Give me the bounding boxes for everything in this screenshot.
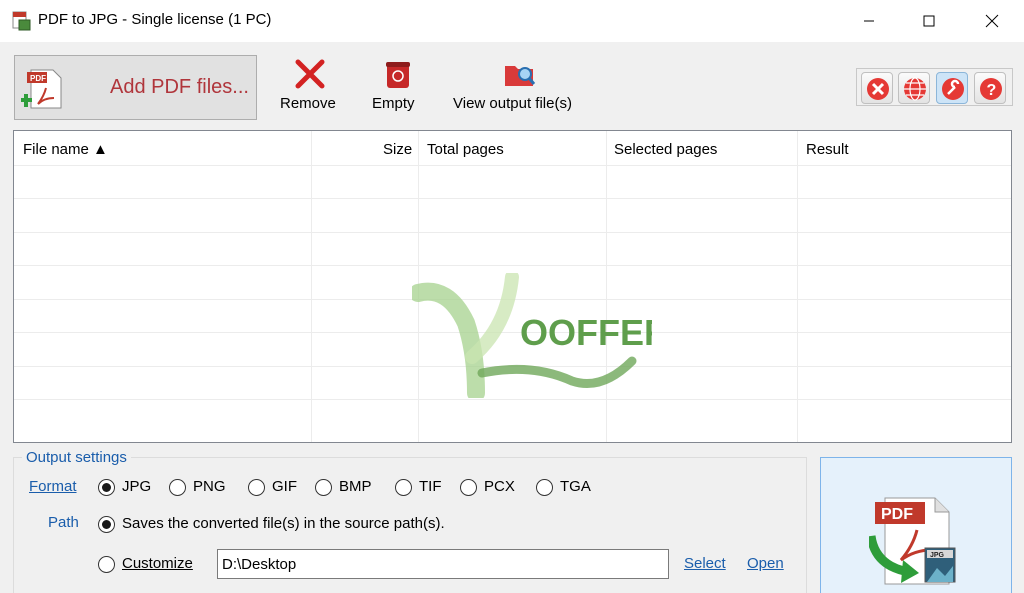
- header-divider: [14, 165, 1011, 166]
- website-button[interactable]: [898, 72, 930, 104]
- add-pdf-files-label: Add PDF files...: [110, 76, 249, 98]
- file-list-table[interactable]: File name ▲ Size Total pages Selected pa…: [13, 130, 1012, 443]
- format-radio-bmp[interactable]: [315, 479, 332, 496]
- column-divider: [797, 131, 798, 442]
- remove-button[interactable]: Remove: [280, 58, 342, 118]
- remove-icon: [295, 59, 325, 89]
- column-header-file-name[interactable]: File name ▲: [23, 141, 108, 158]
- right-toolbar: ?: [856, 68, 1013, 106]
- source-path-label[interactable]: Saves the converted file(s) in the sourc…: [122, 515, 445, 532]
- window-title: PDF to JPG - Single license (1 PC): [38, 11, 272, 28]
- remove-label: Remove: [280, 95, 336, 112]
- watermark-text: OOFFERS: [520, 312, 652, 353]
- app-window: PDF to JPG - Single license (1 PC) PDF A…: [0, 0, 1024, 593]
- close-icon: [985, 14, 999, 28]
- column-header-selected-pages[interactable]: Selected pages: [614, 141, 717, 158]
- convert-button[interactable]: PDF JPG: [820, 457, 1012, 593]
- format-radio-gif[interactable]: [248, 479, 265, 496]
- settings-button[interactable]: [936, 72, 968, 104]
- format-label-bmp[interactable]: BMP: [339, 478, 372, 495]
- customize-radio[interactable]: [98, 556, 115, 573]
- format-radio-tga[interactable]: [536, 479, 553, 496]
- help-icon: ?: [980, 78, 1002, 100]
- output-settings-title: Output settings: [22, 449, 131, 466]
- format-label: Format: [29, 478, 77, 495]
- exit-icon: [867, 78, 889, 100]
- format-radio-pcx[interactable]: [460, 479, 477, 496]
- add-pdf-icon: PDF: [21, 69, 62, 109]
- empty-button[interactable]: Empty: [372, 58, 422, 118]
- wrench-icon: [942, 78, 964, 100]
- format-radio-jpg[interactable]: [98, 479, 115, 496]
- pdf-to-jpg-convert-icon: PDF JPG: [869, 497, 956, 585]
- format-label-png[interactable]: PNG: [193, 478, 226, 495]
- format-radio-tif[interactable]: [395, 479, 412, 496]
- globe-icon: [904, 77, 926, 101]
- trash-icon: [386, 62, 410, 88]
- format-label-gif[interactable]: GIF: [272, 478, 297, 495]
- column-header-total-pages[interactable]: Total pages: [427, 141, 504, 158]
- exit-button[interactable]: [861, 72, 893, 104]
- row-divider: [14, 399, 1011, 400]
- maximize-button[interactable]: [906, 0, 952, 42]
- format-label-pcx[interactable]: PCX: [484, 478, 515, 495]
- view-output-button[interactable]: View output file(s): [453, 58, 585, 118]
- row-divider: [14, 265, 1011, 266]
- folder-search-icon: [505, 66, 536, 86]
- help-button[interactable]: ?: [974, 72, 1006, 104]
- open-folder-link[interactable]: Open: [747, 555, 784, 572]
- column-header-size[interactable]: Size: [383, 141, 412, 158]
- select-folder-link[interactable]: Select: [684, 555, 726, 572]
- app-icon: [12, 11, 31, 31]
- empty-label: Empty: [372, 95, 415, 112]
- convert-pdf-text: PDF: [881, 506, 913, 523]
- custom-path-input[interactable]: [217, 549, 669, 579]
- title-bar: PDF to JPG - Single license (1 PC): [0, 0, 1024, 42]
- add-pdf-files-button[interactable]: PDF Add PDF files...: [14, 55, 257, 120]
- path-label: Path: [48, 514, 79, 531]
- watermark-logo: OOFFERS: [412, 273, 652, 398]
- format-label-tif[interactable]: TIF: [419, 478, 442, 495]
- column-header-result[interactable]: Result: [806, 141, 849, 158]
- row-divider: [14, 232, 1011, 233]
- column-divider: [311, 131, 312, 442]
- format-label-tga[interactable]: TGA: [560, 478, 591, 495]
- maximize-icon: [923, 15, 935, 27]
- convert-jpg-text: JPG: [930, 552, 945, 559]
- source-path-radio[interactable]: [98, 516, 115, 533]
- minimize-icon: [864, 20, 874, 22]
- minimize-button[interactable]: [846, 0, 892, 42]
- svg-text:PDF: PDF: [30, 74, 46, 83]
- close-button[interactable]: [969, 0, 1015, 42]
- view-output-label: View output file(s): [453, 95, 572, 112]
- format-label-jpg[interactable]: JPG: [122, 478, 151, 495]
- customize-label[interactable]: Customize: [122, 555, 193, 572]
- format-radio-png[interactable]: [169, 479, 186, 496]
- svg-text:?: ?: [987, 82, 997, 99]
- row-divider: [14, 198, 1011, 199]
